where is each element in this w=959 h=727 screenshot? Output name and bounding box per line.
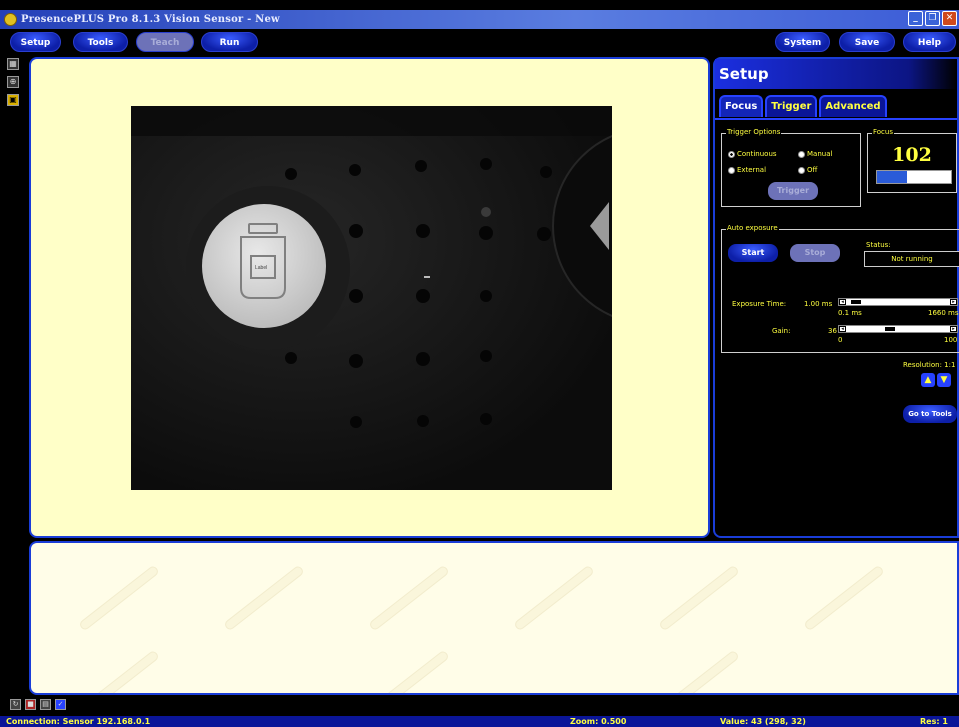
ghost-thumbnail (368, 649, 450, 693)
gain-slider[interactable]: ◂ ▸ (838, 325, 958, 333)
slider-left-arrow-icon[interactable]: ◂ (839, 299, 846, 305)
stop-icon[interactable]: ■ (25, 699, 36, 710)
help-button[interactable]: Help (903, 32, 956, 52)
setup-panel: Setup Focus Trigger Advanced Trigger Opt… (713, 57, 959, 538)
refresh-icon[interactable]: ↻ (10, 699, 21, 710)
check-icon[interactable]: ✓ (55, 699, 66, 710)
manual-label: Manual (807, 150, 833, 158)
restore-button[interactable]: ❐ (925, 11, 940, 26)
ghost-thumbnail (658, 649, 740, 693)
exposure-slider[interactable]: ◂ ▸ (838, 298, 958, 306)
filter-icon[interactable]: ▤ (40, 699, 51, 710)
image-panel: Label (29, 57, 710, 538)
slider-thumb[interactable] (851, 300, 861, 304)
ghost-thumbnail (78, 564, 160, 632)
window-controls: _ ❐ ✕ (908, 11, 957, 26)
ghost-thumbnail (78, 649, 160, 693)
resolution-down-icon[interactable]: ▼ (937, 373, 951, 387)
ghost-thumbnail (223, 564, 305, 632)
setup-button[interactable]: Setup (10, 32, 61, 52)
ghost-thumbnail (513, 564, 595, 632)
focus-group: Focus 102 (867, 128, 957, 193)
resolution-status: Res: 1 (920, 717, 948, 726)
camera-image[interactable]: Label (131, 106, 612, 490)
exposure-max: 1660 ms (928, 309, 959, 317)
continuous-label: Continuous (737, 150, 777, 158)
auto-exposure-group: Auto exposure Start Stop Status: Not run… (721, 224, 959, 353)
minimize-button[interactable]: _ (908, 11, 923, 26)
teach-button[interactable]: Teach (136, 32, 194, 52)
radio-manual[interactable]: Manual (798, 150, 832, 158)
title-bar: PresencePLUS Pro 8.1.3 Vision Sensor - N… (0, 10, 959, 29)
slider-right-arrow-icon[interactable]: ▸ (950, 326, 957, 332)
zoom-status: Zoom: 0.500 (570, 717, 627, 726)
trigger-options-label: Trigger Options (726, 128, 782, 136)
auto-exposure-label: Auto exposure (726, 224, 779, 232)
focus-bar-fill (877, 171, 907, 183)
tab-advanced[interactable]: Advanced (819, 95, 887, 117)
radio-external[interactable]: External (728, 166, 766, 174)
connection-status: Connection: Sensor 192.168.0.1 (6, 717, 151, 726)
bottle-label-text: Label (255, 265, 267, 271)
status-value: Not running (864, 251, 959, 267)
app-logo-icon (4, 13, 17, 26)
image-icon[interactable]: ▣ (7, 94, 19, 106)
focus-label: Focus (872, 128, 894, 136)
close-button[interactable]: ✕ (942, 11, 957, 26)
ghost-thumbnail (658, 564, 740, 632)
setup-title: Setup (715, 59, 957, 89)
main-toolbar: Setup Tools Teach Run System Save Help (0, 29, 959, 55)
trigger-options-group: Trigger Options Continuous Manual Extern… (721, 128, 861, 207)
run-button[interactable]: Run (201, 32, 258, 52)
pixel-value-status: Value: 43 (298, 32) (720, 717, 806, 726)
bottom-icon-strip: ↻ ■ ▤ ✓ (10, 699, 66, 710)
radio-off-icon (798, 150, 805, 158)
app-window: PresencePLUS Pro 8.1.3 Vision Sensor - N… (0, 0, 959, 727)
focus-value: 102 (892, 144, 932, 166)
ghost-thumbnail (803, 564, 885, 632)
tab-divider (715, 118, 957, 120)
resolution-label: Resolution: 1:1 (903, 361, 956, 369)
system-button[interactable]: System (775, 32, 830, 52)
setup-tabs: Focus Trigger Advanced (719, 95, 887, 117)
radio-off[interactable]: Off (798, 166, 817, 174)
side-icon-strip: ▦ ⊕ ▣ (7, 58, 21, 112)
focus-bar (876, 170, 952, 184)
exposure-min: 0.1 ms (838, 309, 862, 317)
status-bar: Connection: Sensor 192.168.0.1 Zoom: 0.5… (0, 716, 959, 727)
resolution-up-icon[interactable]: ▲ (921, 373, 935, 387)
tab-focus[interactable]: Focus (719, 95, 764, 117)
gain-label: Gain: (772, 327, 791, 335)
radio-on-icon (728, 150, 735, 158)
status-label: Status: (866, 241, 891, 249)
radio-off-icon (798, 166, 805, 174)
window-title: PresencePLUS Pro 8.1.3 Vision Sensor - N… (21, 14, 280, 25)
tab-trigger[interactable]: Trigger (765, 95, 818, 117)
slider-right-arrow-icon[interactable]: ▸ (950, 299, 957, 305)
gain-max: 100 (944, 336, 958, 344)
trigger-button[interactable]: Trigger (768, 182, 818, 200)
save-button[interactable]: Save (839, 32, 895, 52)
slider-left-arrow-icon[interactable]: ◂ (839, 326, 846, 332)
external-label: External (737, 166, 767, 174)
grid-icon[interactable]: ▦ (7, 58, 19, 70)
gain-min: 0 (838, 336, 843, 344)
go-to-tools-button[interactable]: Go to Tools (903, 405, 957, 423)
off-label: Off (807, 166, 818, 174)
ghost-thumbnail (368, 564, 450, 632)
stop-button[interactable]: Stop (790, 244, 840, 262)
exposure-time-value: 1.00 ms (804, 300, 833, 308)
camera-scene: Label (131, 106, 612, 490)
exposure-time-label: Exposure Time: (732, 300, 787, 308)
gain-value: 36 (828, 327, 837, 335)
slider-thumb[interactable] (885, 327, 895, 331)
start-button[interactable]: Start (728, 244, 778, 262)
radio-continuous[interactable]: Continuous (728, 150, 777, 158)
tools-button[interactable]: Tools (73, 32, 128, 52)
radio-off-icon (728, 166, 735, 174)
zoom-icon[interactable]: ⊕ (7, 76, 19, 88)
inspection-filmstrip[interactable] (29, 541, 959, 695)
